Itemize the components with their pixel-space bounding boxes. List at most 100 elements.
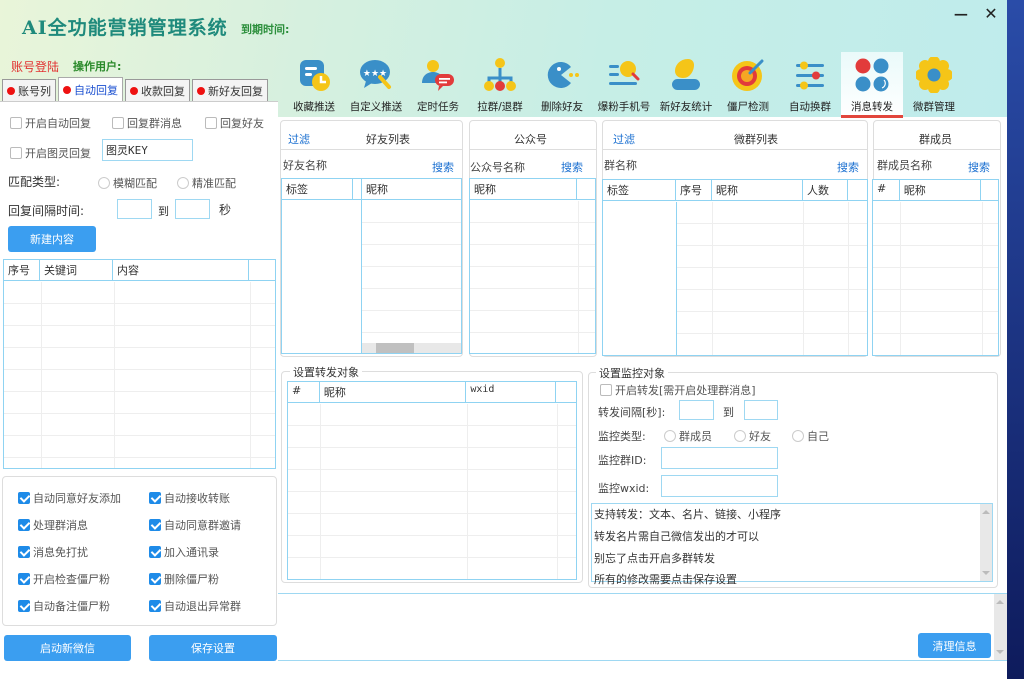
tab-auto-reply[interactable]: 自动回复: [58, 77, 123, 101]
toolbar-delete-friends[interactable]: 删除好友: [531, 52, 593, 116]
toolbar-favorites-push[interactable]: 收藏推送: [283, 52, 345, 116]
log-area[interactable]: 清理信息: [278, 593, 1007, 661]
forward-interval-to-input[interactable]: [744, 400, 778, 420]
column-header[interactable]: #: [288, 382, 320, 402]
checkbox-box[interactable]: [149, 573, 161, 585]
friends-filter-link[interactable]: 过滤: [288, 131, 310, 147]
checkbox-box[interactable]: [112, 117, 124, 129]
forward-interval-from-input[interactable]: [679, 400, 714, 420]
reply-friend-checkbox[interactable]: 回复好友: [205, 115, 264, 131]
official-search-link[interactable]: 搜索: [561, 159, 583, 175]
option-checkbox[interactable]: 自动备注僵尸粉: [18, 598, 110, 614]
checkbox-box[interactable]: [149, 492, 161, 504]
column-header[interactable]: 标签: [603, 180, 676, 200]
account-login-link[interactable]: 账号登陆: [11, 58, 59, 75]
enable-tuling-checkbox[interactable]: 开启图灵回复: [10, 145, 91, 161]
scrollbar-thumb[interactable]: [376, 343, 414, 353]
tab-payment-reply[interactable]: 收款回复: [125, 79, 190, 101]
column-header[interactable]: 昵称: [470, 179, 578, 199]
radio-circle[interactable]: [177, 177, 189, 189]
friends-search-link[interactable]: 搜索: [432, 159, 454, 175]
radio-circle[interactable]: [98, 177, 110, 189]
column-header[interactable]: 关键词: [40, 260, 113, 280]
toolbar-phone-numbers[interactable]: 爆粉手机号: [593, 52, 655, 116]
toolbar-scheduled-task[interactable]: 定时任务: [407, 52, 469, 116]
checkbox-box[interactable]: [18, 519, 30, 531]
toolbar-message-forward[interactable]: 消息转发: [841, 52, 903, 118]
column-header[interactable]: 人数: [803, 180, 848, 200]
option-checkbox[interactable]: 开启检查僵尸粉: [18, 571, 110, 587]
monitor-group-id-input[interactable]: [661, 447, 778, 469]
radio-circle[interactable]: [792, 430, 804, 442]
vertical-scrollbar[interactable]: [994, 594, 1007, 660]
monitor-type-friend-radio[interactable]: 好友: [734, 428, 771, 444]
table-rows[interactable]: [873, 202, 998, 355]
interval-to-input[interactable]: [175, 199, 210, 219]
monitor-type-self-radio[interactable]: 自己: [792, 428, 829, 444]
enable-forward-checkbox[interactable]: 开启转发[需开启处理群消息]: [600, 382, 756, 398]
option-checkbox[interactable]: 处理群消息: [18, 517, 88, 533]
checkbox-box[interactable]: [149, 546, 161, 558]
table-rows[interactable]: [676, 202, 867, 355]
new-content-button[interactable]: 新建内容: [8, 226, 96, 252]
toolbar-group-management[interactable]: 微群管理: [903, 52, 965, 116]
table-rows[interactable]: [470, 201, 595, 353]
toolbar-zombie-detect[interactable]: 僵尸检测: [717, 52, 779, 116]
table-rows[interactable]: [288, 404, 576, 579]
enable-auto-reply-checkbox[interactable]: 开启自动回复: [10, 115, 91, 131]
column-header[interactable]: wxid: [466, 382, 557, 402]
checkbox-box[interactable]: [18, 600, 30, 612]
column-header[interactable]: 序号: [676, 180, 712, 200]
tab-account-list[interactable]: 账号列: [2, 79, 56, 101]
save-settings-button[interactable]: 保存设置: [149, 635, 277, 661]
clear-info-button[interactable]: 清理信息: [918, 633, 991, 658]
scroll-up-icon[interactable]: [982, 510, 990, 514]
option-checkbox[interactable]: 加入通讯录: [149, 544, 219, 560]
option-checkbox[interactable]: 删除僵尸粉: [149, 571, 219, 587]
checkbox-box[interactable]: [18, 546, 30, 558]
groups-filter-link[interactable]: 过滤: [613, 131, 635, 147]
checkbox-box[interactable]: [600, 384, 612, 396]
toolbar-auto-switch-group[interactable]: 自动换群: [779, 52, 841, 116]
option-checkbox[interactable]: 自动接收转账: [149, 490, 230, 506]
groups-search-link[interactable]: 搜索: [837, 159, 859, 175]
column-header[interactable]: 内容: [113, 260, 249, 280]
option-checkbox[interactable]: 消息免打扰: [18, 544, 88, 560]
forward-notes-textarea[interactable]: 支持转发：文本、名片、链接、小程序 转发名片需自己微信发出的才可以 别忘了点击开…: [591, 503, 993, 586]
option-checkbox[interactable]: 自动同意好友添加: [18, 490, 121, 506]
minimize-button[interactable]: −: [950, 2, 972, 26]
checkbox-box[interactable]: [18, 573, 30, 585]
tuling-key-input[interactable]: 图灵KEY: [102, 139, 193, 161]
checkbox-box[interactable]: [205, 117, 217, 129]
option-checkbox[interactable]: 自动退出异常群: [149, 598, 241, 614]
scroll-up-icon[interactable]: [996, 600, 1004, 604]
table-rows[interactable]: [362, 201, 461, 353]
column-header[interactable]: 标签: [282, 179, 353, 199]
column-header[interactable]: 昵称: [712, 180, 803, 200]
reply-group-msg-checkbox[interactable]: 回复群消息: [112, 115, 182, 131]
checkbox-box[interactable]: [18, 492, 30, 504]
option-checkbox[interactable]: 自动同意群邀请: [149, 517, 241, 533]
column-header[interactable]: 昵称: [362, 179, 461, 199]
tab-new-friend-reply[interactable]: 新好友回复: [192, 79, 268, 101]
horizontal-scrollbar[interactable]: [362, 343, 461, 353]
column-header[interactable]: 昵称: [320, 382, 467, 402]
toolbar-new-friend-stats[interactable]: 新好友统计: [655, 52, 717, 116]
checkbox-box[interactable]: [149, 600, 161, 612]
toolbar-custom-push[interactable]: ★★★ 自定义推送: [345, 52, 407, 116]
scroll-down-icon[interactable]: [996, 650, 1004, 654]
toolbar-pull-quit-group[interactable]: 拉群/退群: [469, 52, 531, 116]
monitor-wxid-input[interactable]: [661, 475, 778, 497]
checkbox-box[interactable]: [10, 147, 22, 159]
checkbox-box[interactable]: [10, 117, 22, 129]
match-exact-radio[interactable]: 精准匹配: [177, 175, 236, 191]
start-new-wechat-button[interactable]: 启动新微信: [4, 635, 131, 661]
members-search-link[interactable]: 搜索: [968, 159, 990, 175]
interval-from-input[interactable]: [117, 199, 152, 219]
scroll-down-icon[interactable]: [982, 571, 990, 575]
match-fuzzy-radio[interactable]: 模糊匹配: [98, 175, 157, 191]
radio-circle[interactable]: [734, 430, 746, 442]
column-header[interactable]: 序号: [4, 260, 40, 280]
radio-circle[interactable]: [664, 430, 676, 442]
column-header[interactable]: 昵称: [900, 180, 982, 200]
